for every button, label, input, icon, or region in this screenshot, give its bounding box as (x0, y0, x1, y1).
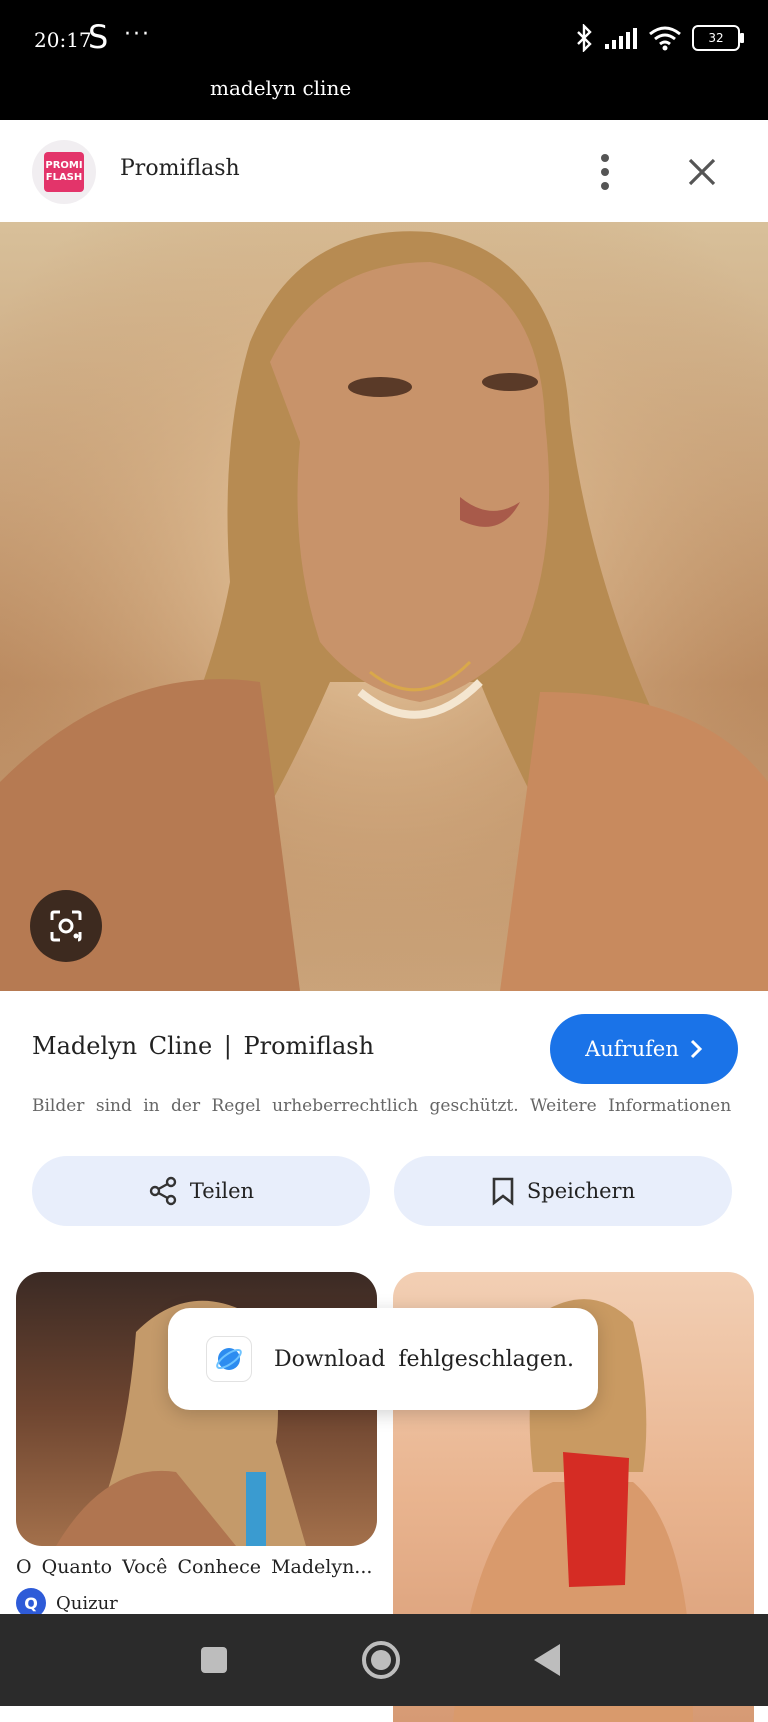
status-time: 20:17 (34, 28, 92, 52)
recents-button[interactable] (186, 1632, 242, 1688)
google-lens-button[interactable] (30, 890, 102, 962)
visit-button[interactable]: Aufrufen (550, 1014, 738, 1084)
close-icon (688, 158, 716, 186)
more-vert-icon (601, 154, 609, 190)
main-image[interactable] (0, 222, 768, 991)
visit-button-label: Aufrufen (585, 1037, 679, 1061)
battery-icon: 32 (692, 25, 744, 51)
lens-icon (50, 910, 82, 942)
signal-icon (605, 28, 637, 49)
browser-app-icon (206, 1336, 252, 1382)
system-nav-bar (0, 1614, 768, 1706)
photo-illustration (0, 222, 768, 991)
download-failed-toast: Download fehlgeschlagen. (168, 1308, 598, 1410)
save-button[interactable]: Speichern (394, 1156, 732, 1226)
related-caption[interactable]: O Quanto Você Conhece Madelyn... (16, 1556, 372, 1578)
more-options-button[interactable] (590, 150, 620, 194)
bluetooth-icon (577, 24, 592, 52)
close-button[interactable] (680, 150, 724, 194)
back-button[interactable] (520, 1632, 576, 1688)
home-button[interactable] (353, 1632, 409, 1688)
planet-icon (216, 1348, 242, 1370)
recents-icon (201, 1647, 227, 1673)
back-icon (534, 1644, 560, 1676)
search-query[interactable]: madelyn cline (210, 76, 351, 100)
logo-line-2: FLASH (45, 172, 83, 183)
logo-line-1: PROMI (45, 160, 83, 171)
chevron-right-icon (690, 1039, 702, 1059)
home-icon (362, 1641, 400, 1679)
battery-level: 32 (708, 31, 724, 45)
toast-message: Download fehlgeschlagen. (274, 1346, 575, 1372)
related-source-name: Quizur (56, 1592, 118, 1614)
more-notifications-icon: ··· (124, 22, 151, 47)
source-header: PROMI FLASH Promiflash (0, 120, 768, 222)
source-logo[interactable]: PROMI FLASH (32, 140, 96, 204)
share-label: Teilen (189, 1179, 255, 1203)
wifi-icon (649, 26, 681, 51)
status-icons: 32 (574, 24, 744, 52)
source-name[interactable]: Promiflash (120, 156, 240, 181)
image-title[interactable]: Madelyn Cline | Promiflash (32, 1032, 374, 1060)
app-notification-icon: S (88, 18, 109, 56)
bookmark-icon (492, 1177, 514, 1206)
share-icon (149, 1176, 177, 1206)
share-button[interactable]: Teilen (32, 1156, 370, 1226)
promiflash-logo: PROMI FLASH (44, 152, 84, 192)
status-bar: 20:17 S ··· 32 madelyn cline (0, 0, 768, 120)
save-label: Speichern (526, 1179, 636, 1203)
copyright-notice[interactable]: Bilder sind in der Regel urheberrechtlic… (32, 1096, 731, 1116)
